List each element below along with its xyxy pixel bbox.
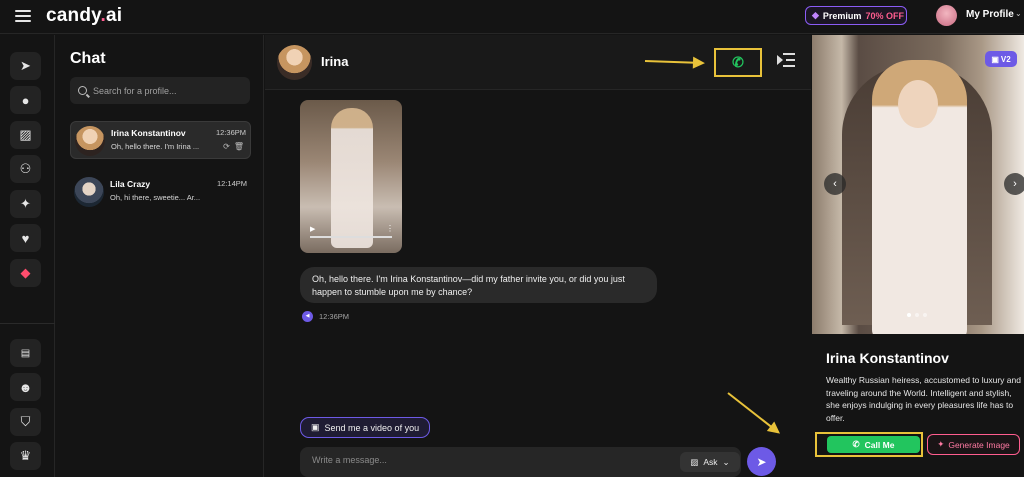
profile-name: Irina Konstantinov	[826, 350, 949, 366]
video-message[interactable]: ▶ ⋮	[300, 100, 402, 253]
chat-timestamp: 12:14PM	[216, 179, 247, 188]
audio-play-icon[interactable]: ◀	[302, 311, 313, 322]
my-profile-link[interactable]: My Profile	[966, 9, 1014, 20]
message-input[interactable]	[312, 455, 612, 465]
chat-timestamp: 12:36PM	[215, 128, 246, 137]
chat-icon[interactable]: ●	[10, 86, 41, 114]
chevron-down-icon: ⌄	[722, 456, 730, 467]
chat-list-item-lila[interactable]: Lila Crazy 12:14PM Oh, hi there, sweetie…	[70, 173, 251, 211]
sparkle-icon: ✦	[937, 439, 945, 449]
ask-label: Ask	[703, 457, 718, 467]
discord-icon[interactable]: ☻	[10, 373, 41, 401]
message-meta: ◀ 12:36PM	[302, 311, 349, 322]
suggestion-chip[interactable]: ▣ Send me a video of you	[300, 417, 431, 438]
premium-button[interactable]: ◆ Premium 70% OFF	[805, 6, 907, 25]
magic-wand-icon[interactable]: ✦	[10, 190, 41, 218]
profile-bio: Wealthy Russian heiress, accustomed to l…	[826, 375, 1021, 423]
send-icon: ➤	[756, 454, 767, 469]
generate-image-button[interactable]: ✦ Generate Image	[927, 434, 1020, 455]
logo-suffix: ai	[106, 5, 123, 26]
contact-name[interactable]: Irina	[321, 54, 348, 69]
badge-icon: ▣	[991, 54, 999, 64]
logo-text: candy	[46, 5, 101, 26]
chat-contact-name: Irina Konstantinov	[111, 128, 186, 138]
photo-face	[898, 80, 938, 128]
send-button[interactable]: ➤	[747, 447, 776, 476]
chat-actions: ⟳ 🗑	[223, 142, 244, 151]
hamburger-menu-icon[interactable]	[15, 10, 31, 22]
search-input[interactable]	[93, 85, 243, 96]
app-logo[interactable]: candy.ai	[46, 5, 122, 27]
previous-image-button[interactable]: ‹	[824, 173, 846, 195]
chat-list-item-irina[interactable]: Irina Konstantinov 12:36PM Oh, hello the…	[70, 121, 251, 159]
call-me-button[interactable]: ✆ Call Me	[827, 436, 920, 453]
chat-header: Irina ✆	[265, 35, 811, 90]
avatar	[74, 177, 104, 207]
profile-search[interactable]	[70, 77, 250, 104]
premium-label: Premium	[822, 10, 862, 21]
message-timestamp: 12:36PM	[319, 312, 350, 321]
chat-list-panel: Chat Irina Konstantinov 12:36PM Oh, hell…	[56, 35, 264, 477]
call-me-label: Call Me	[864, 439, 895, 450]
next-image-button[interactable]: ›	[1004, 173, 1024, 195]
version-badge: ▣ V2	[985, 51, 1017, 67]
video-progress-bar[interactable]	[310, 236, 392, 238]
rail-divider	[0, 323, 55, 324]
collapse-panel-icon[interactable]	[777, 53, 795, 67]
chevron-down-icon[interactable]: ⌄	[1015, 9, 1022, 18]
chat-main: Irina ✆ ▶ ⋮ Oh, hello there. I'm Irina K…	[265, 35, 811, 477]
diamond-icon[interactable]: ◆	[10, 259, 41, 287]
ask-dropdown[interactable]: ▨ Ask ⌄	[680, 452, 740, 472]
badge-label: V2	[1000, 54, 1011, 64]
refresh-icon[interactable]: ⟳	[223, 142, 230, 151]
phone-icon[interactable]: ✆	[732, 54, 744, 71]
icon-sidebar: ➤ ● ▨ ⚇ ✦ ♥ ◆ ▤ ☻ ⛉ ♛	[0, 35, 55, 477]
gallery-icon[interactable]: ▨	[10, 121, 41, 149]
us-flag-icon[interactable]: ▤	[10, 339, 41, 367]
user-avatar[interactable]	[936, 5, 957, 26]
suggestion-label: Send me a video of you	[324, 422, 420, 433]
message-bubble: Oh, hello there. I'm Irina Konstantinov—…	[300, 267, 657, 303]
top-bar: candy.ai ◆ Premium 70% OFF My Profile ⌄	[0, 0, 1024, 34]
profile-panel: ▣ V2 ‹ › Irina Konstantinov Wealthy Russ…	[812, 35, 1024, 477]
chat-contact-name: Lila Crazy	[110, 179, 151, 189]
carousel-dots	[907, 313, 927, 317]
video-icon: ▣	[311, 422, 320, 432]
search-icon	[78, 86, 87, 95]
trash-icon[interactable]: 🗑	[234, 142, 244, 151]
call-button-highlight[interactable]: ✆	[714, 48, 762, 77]
trophy-icon[interactable]: ♛	[10, 442, 41, 470]
compass-icon[interactable]: ➤	[10, 52, 41, 80]
play-icon[interactable]: ▶	[310, 225, 315, 233]
avatar	[75, 126, 105, 156]
heart-icon[interactable]: ♥	[10, 224, 41, 252]
premium-discount: 70% OFF	[865, 10, 904, 21]
video-thumbnail	[331, 108, 373, 248]
more-options-icon[interactable]: ⋮	[386, 224, 394, 233]
image-icon: ▨	[690, 456, 699, 467]
message-composer: ▨ Ask ⌄	[300, 447, 741, 477]
shield-icon[interactable]: ⛉	[10, 408, 41, 436]
profile-photo: ▣ V2 ‹ ›	[812, 35, 1024, 334]
contact-avatar[interactable]	[277, 45, 312, 80]
generate-image-label: Generate Image	[948, 439, 1010, 450]
create-character-icon[interactable]: ⚇	[10, 155, 41, 183]
phone-icon: ✆	[852, 439, 860, 449]
chat-preview: Oh, hi there, sweetie... Ar...	[110, 193, 201, 202]
chat-list-title: Chat	[70, 50, 106, 67]
gem-icon: ◆	[812, 10, 819, 20]
chat-preview: Oh, hello there. I'm Irina ...	[111, 142, 200, 151]
